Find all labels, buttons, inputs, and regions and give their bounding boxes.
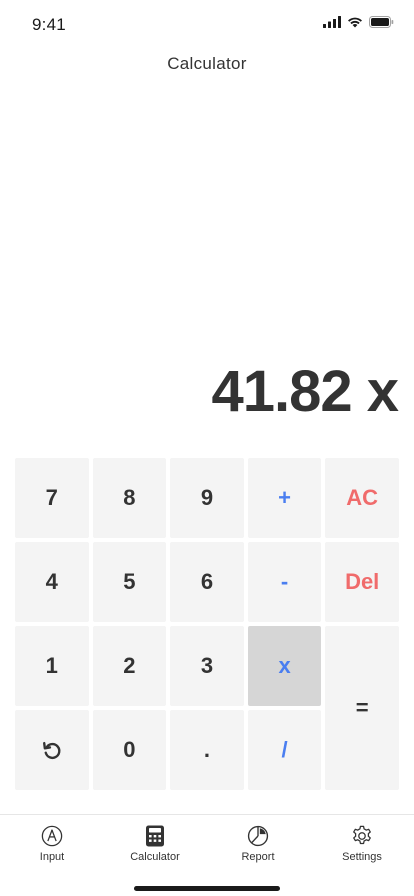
tab-calculator[interactable]: Calculator [110,825,200,863]
wifi-icon [348,17,362,28]
keypad: 7 8 9 + AC 4 5 6 - Del 1 2 3 x = 0 . / [15,458,399,790]
tab-settings[interactable]: Settings [317,825,407,863]
page-title: Calculator [167,54,247,73]
key-equals[interactable]: = [325,626,399,790]
key-all-clear[interactable]: AC [325,458,399,538]
key-multiply[interactable]: x [247,626,322,706]
undo-icon [42,741,61,760]
key-decimal[interactable]: . [170,710,244,790]
tab-input[interactable]: Input [7,825,97,863]
key-9[interactable]: 9 [170,458,244,538]
calculator-display: 41.82 x [211,359,399,424]
pencil-circle-icon [41,825,63,847]
calculator-icon [146,825,164,847]
tab-report[interactable]: Report [213,825,303,863]
key-4[interactable]: 4 [15,542,89,622]
key-minus[interactable]: - [247,542,322,622]
key-8[interactable]: 8 [92,458,167,538]
signal-icon [323,16,341,28]
gear-icon [353,825,371,845]
key-undo[interactable] [15,710,89,790]
key-3[interactable]: 3 [170,626,244,706]
status-icons [323,16,394,28]
tab-settings-label: Settings [342,851,382,863]
key-5[interactable]: 5 [92,542,167,622]
key-2[interactable]: 2 [92,626,167,706]
key-1[interactable]: 1 [15,626,89,706]
home-indicator [134,886,280,891]
key-7[interactable]: 7 [15,458,89,538]
key-0[interactable]: 0 [92,710,167,790]
key-6[interactable]: 6 [170,542,244,622]
tab-calculator-label: Calculator [130,851,180,863]
status-time: 9:41 [32,15,66,34]
key-plus[interactable]: + [247,458,322,538]
tab-report-label: Report [241,851,275,863]
pie-chart-icon [247,825,269,847]
tab-bar: Input Calculator Report Settings [0,814,414,896]
battery-icon [369,16,394,28]
key-delete[interactable]: Del [325,542,399,622]
status-bar: 9:41 [0,0,414,48]
tab-input-label: Input [39,851,65,863]
key-divide[interactable]: / [247,710,322,790]
